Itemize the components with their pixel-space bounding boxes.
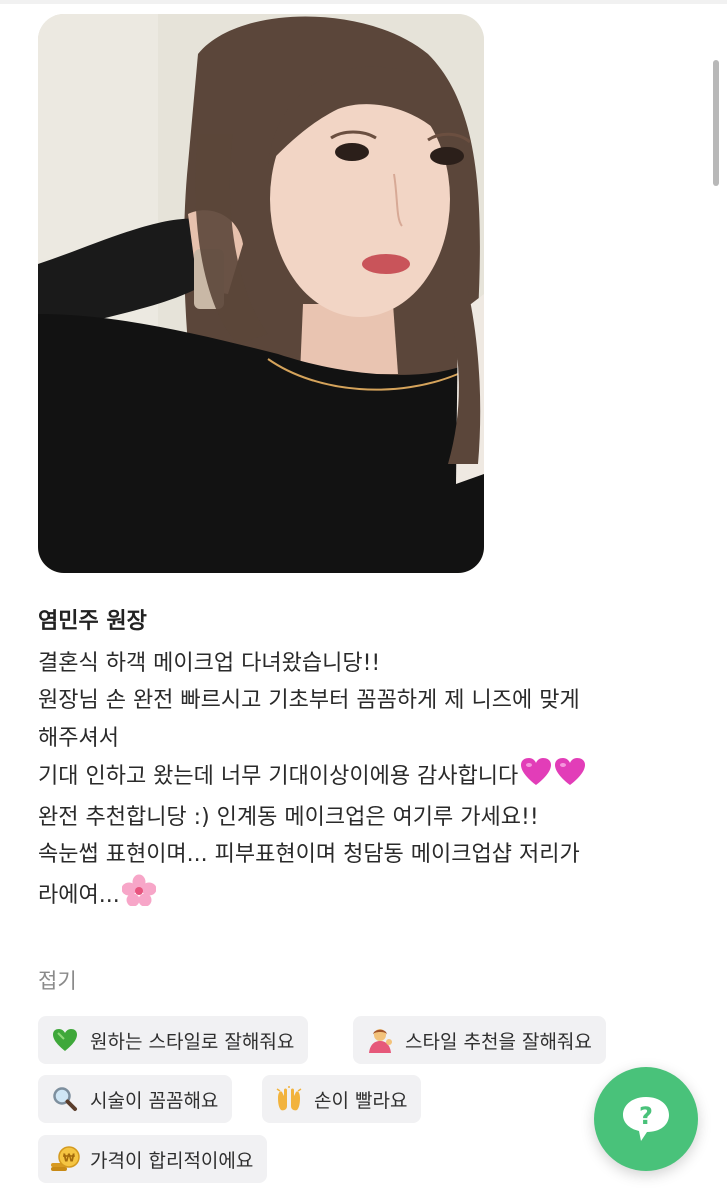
tag-label: 스타일 추천을 잘해줘요 xyxy=(405,1030,592,1053)
purple-heart-icon xyxy=(520,757,552,799)
review-line-with-blossom: 라에여... xyxy=(38,874,698,918)
review-line: 기대 인하고 왔는데 너무 기대이상이에용 감사합니다 xyxy=(38,763,519,789)
keyword-tag: ₩ 가격이 합리적이에요 xyxy=(38,1135,268,1183)
keyword-tag: 스타일 추천을 잘해줘요 xyxy=(353,1016,606,1064)
green-heart-icon xyxy=(50,1025,80,1055)
scrollbar-thumb[interactable] xyxy=(713,60,719,186)
review-author: 염민주 원장 xyxy=(38,609,147,634)
tag-label: 가격이 합리적이에요 xyxy=(90,1149,254,1172)
review-line: 결혼식 하객 메이크업 다녀왔습니당!! xyxy=(38,651,381,676)
keyword-tag: 시술이 꼼꼼해요 xyxy=(38,1075,233,1123)
review-line: 원장님 손 완전 빠르시고 기초부터 꼼꼼하게 제 니즈에 맞게 xyxy=(38,688,580,714)
purple-heart-icon xyxy=(554,757,586,799)
review-line: 완전 추천합니당 :) 인계동 메이크업은 여기루 가세요!! xyxy=(38,805,539,831)
person-tipping-hand-icon xyxy=(365,1025,395,1055)
tag-label: 원하는 스타일로 잘해줘요 xyxy=(90,1030,295,1053)
won-coin-icon: ₩ xyxy=(50,1144,80,1174)
review-photo[interactable] xyxy=(38,14,484,573)
cherry-blossom-icon xyxy=(121,874,157,918)
help-button[interactable]: ? xyxy=(594,1067,698,1171)
svg-text:₩: ₩ xyxy=(63,1152,75,1165)
photo-illustration xyxy=(38,14,484,573)
fold-button[interactable]: 접기 xyxy=(38,965,77,995)
keyword-tag: 원하는 스타일로 잘해줘요 xyxy=(38,1016,309,1064)
question-bubble-icon: ? xyxy=(623,1097,669,1141)
review-line: 라에여... xyxy=(38,882,120,908)
review-line: 속눈썹 표현이며... 피부표현이며 청담동 메이크업샵 저리가 xyxy=(38,842,580,868)
magnifying-glass-icon xyxy=(50,1084,80,1114)
top-divider xyxy=(0,0,727,4)
review-line: 해주셔서 xyxy=(38,725,119,751)
tag-label: 시술이 꼼꼼해요 xyxy=(90,1089,219,1112)
keyword-tag: 손이 빨라요 xyxy=(262,1075,422,1123)
review-line-with-hearts: 기대 인하고 왔는데 너무 기대이상이에용 감사합니다 xyxy=(38,757,698,799)
svg-text:?: ? xyxy=(639,1102,653,1130)
tag-label: 손이 빨라요 xyxy=(314,1089,408,1112)
raising-hands-icon xyxy=(274,1084,304,1114)
review-body: 결혼식 하객 메이크업 다녀왔습니당!! 원장님 손 완전 빠르시고 기초부터 … xyxy=(38,645,698,918)
